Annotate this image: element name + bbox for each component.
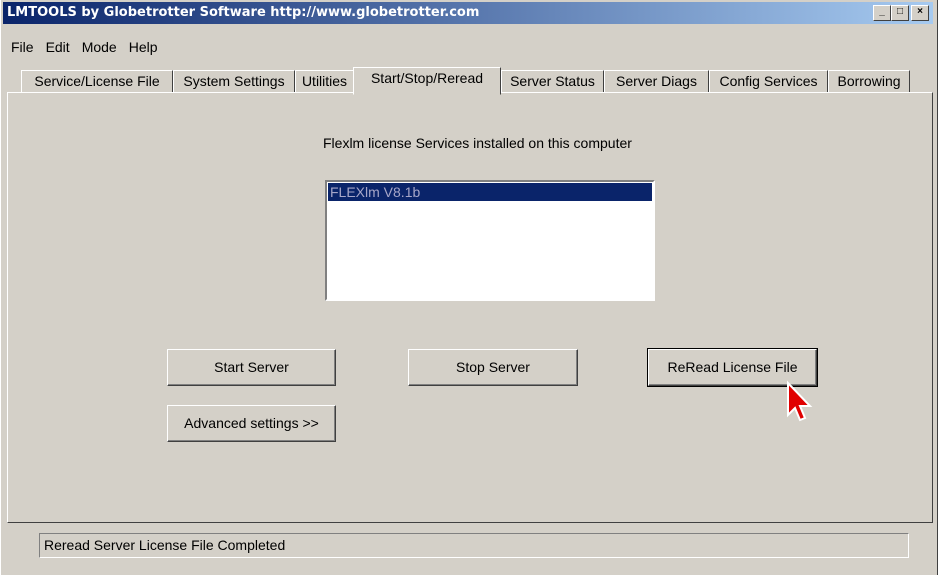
start-server-button[interactable]: Start Server xyxy=(167,349,336,386)
menu-help[interactable]: Help xyxy=(123,39,164,55)
tab-start-stop-reread[interactable]: Start/Stop/Reread xyxy=(353,67,501,95)
stop-server-button[interactable]: Stop Server xyxy=(408,349,578,386)
arrow-cursor-icon xyxy=(787,380,813,422)
title-bar[interactable]: LMTOOLS by Globetrotter Software http://… xyxy=(3,2,933,24)
tab-utilities[interactable]: Utilities xyxy=(295,70,354,93)
menu-file[interactable]: File xyxy=(5,39,40,55)
lmtools-window: LMTOOLS by Globetrotter Software http://… xyxy=(0,0,938,575)
tab-borrowing[interactable]: Borrowing xyxy=(828,70,910,93)
menu-bar: File Edit Mode Help xyxy=(5,39,164,55)
close-button[interactable]: × xyxy=(911,5,929,21)
advanced-settings-button[interactable]: Advanced settings >> xyxy=(167,405,336,442)
status-bar: Reread Server License File Completed xyxy=(39,533,909,558)
tab-server-diags[interactable]: Server Diags xyxy=(604,70,709,93)
service-list-item[interactable]: FLEXlm V8.1b xyxy=(328,183,652,201)
minimize-button[interactable]: _ xyxy=(873,5,891,21)
tab-service-license-file[interactable]: Service/License File xyxy=(21,70,173,93)
tab-config-services[interactable]: Config Services xyxy=(709,70,828,93)
window-title: LMTOOLS by Globetrotter Software http://… xyxy=(7,5,480,20)
services-heading: Flexlm license Services installed on thi… xyxy=(323,135,632,151)
tab-system-settings[interactable]: System Settings xyxy=(173,70,295,93)
tab-server-status[interactable]: Server Status xyxy=(501,70,604,93)
maximize-button[interactable]: □ xyxy=(891,5,909,21)
tab-panel xyxy=(7,92,933,523)
menu-mode[interactable]: Mode xyxy=(76,39,123,55)
window-controls: _ □ × xyxy=(873,5,929,21)
services-listbox[interactable]: FLEXlm V8.1b xyxy=(325,180,655,301)
menu-edit[interactable]: Edit xyxy=(40,39,76,55)
